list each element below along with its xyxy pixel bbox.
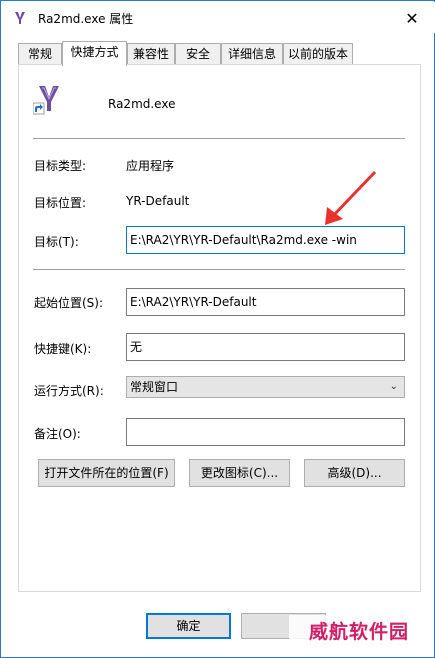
target-input[interactable]: E:\RA2\YR\YR-Default\Ra2md.exe -win xyxy=(126,226,405,254)
close-button[interactable]: ✕ xyxy=(401,7,423,29)
target-type-value: 应用程序 xyxy=(126,159,175,173)
target-type-label: 目标类型: xyxy=(34,159,87,173)
comment-label: 备注(O): xyxy=(34,427,81,441)
shortcut-file-icon xyxy=(33,86,59,115)
change-icon-button[interactable]: 更改图标(C)... xyxy=(189,459,290,487)
file-name: Ra2md.exe xyxy=(108,97,176,111)
tab-panel-shortcut: Ra2md.exe 目标类型: 应用程序 目标位置: YR-Default 目标… xyxy=(18,64,421,592)
tab-security[interactable]: 安全 xyxy=(175,43,221,65)
tab-details[interactable]: 详细信息 xyxy=(221,43,283,65)
watermark-logo: 威航软件园 xyxy=(289,615,429,649)
open-file-location-button[interactable]: 打开文件所在的位置(F) xyxy=(38,459,175,487)
tab-previous-versions[interactable]: 以前的版本 xyxy=(283,43,353,65)
start-in-label: 起始位置(S): xyxy=(34,296,104,310)
divider xyxy=(33,269,405,270)
chevron-down-icon: ⌄ xyxy=(389,381,398,392)
annotation-arrow-icon xyxy=(325,170,377,225)
tab-general[interactable]: 常规 xyxy=(18,43,62,65)
run-select[interactable]: 常规窗口 ⌄ xyxy=(126,376,405,398)
comment-input[interactable] xyxy=(126,418,405,446)
target-location-label: 目标位置: xyxy=(34,196,87,210)
advanced-button[interactable]: 高级(D)... xyxy=(304,459,405,487)
ok-button[interactable]: 确定 xyxy=(146,613,231,639)
start-in-input[interactable]: E:\RA2\YR\YR-Default xyxy=(126,288,405,316)
target-label: 目标(T): xyxy=(34,235,79,249)
app-icon xyxy=(15,12,25,24)
title-bar: Ra2md.exe 属性 ✕ xyxy=(2,2,435,33)
target-location-value: YR-Default xyxy=(126,194,190,208)
window-title: Ra2md.exe 属性 xyxy=(38,12,134,26)
run-select-value: 常规窗口 xyxy=(130,380,179,394)
close-icon: ✕ xyxy=(405,8,419,28)
tab-shortcut[interactable]: 快捷方式 xyxy=(62,41,127,66)
shortcut-key-label: 快捷键(K): xyxy=(34,342,92,356)
divider xyxy=(33,138,405,139)
properties-dialog: Ra2md.exe 属性 ✕ 常规 快捷方式 兼容性 安全 详细信息 以前的版本… xyxy=(0,0,435,658)
tab-compatibility[interactable]: 兼容性 xyxy=(127,43,175,65)
tab-bar: 常规 快捷方式 兼容性 安全 详细信息 以前的版本 xyxy=(18,41,418,66)
run-label: 运行方式(R): xyxy=(34,384,104,398)
shortcut-key-input[interactable]: 无 xyxy=(126,333,405,361)
